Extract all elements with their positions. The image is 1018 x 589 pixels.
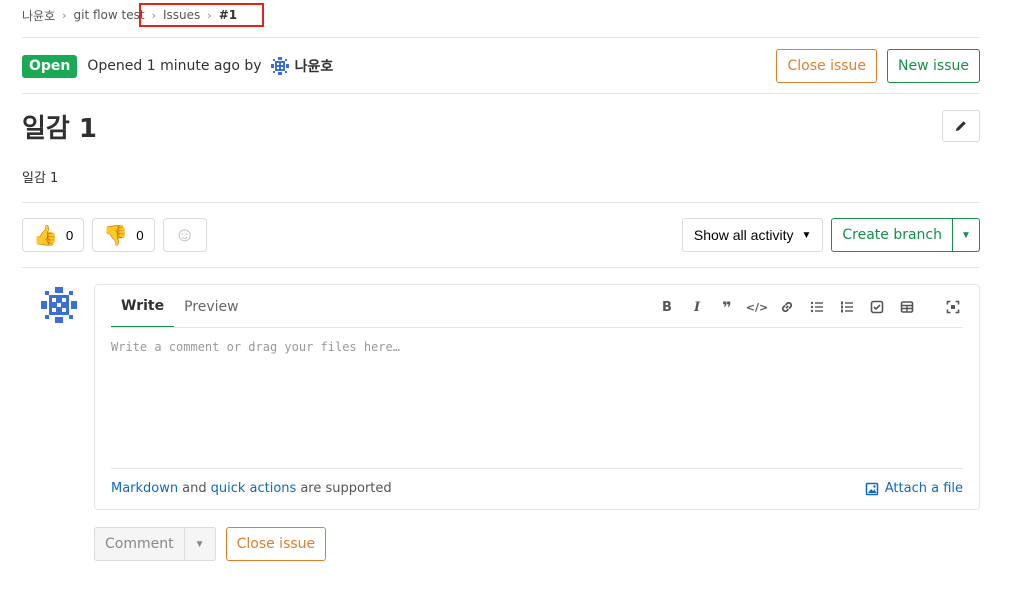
caret-down-icon: ▼ bbox=[194, 538, 205, 550]
caret-down-icon: ▼ bbox=[961, 229, 971, 241]
author-avatar[interactable] bbox=[269, 56, 290, 76]
table-icon[interactable] bbox=[897, 297, 917, 317]
pencil-icon bbox=[956, 121, 966, 131]
thumbs-up-icon: 👍 bbox=[33, 224, 58, 247]
issue-description: 일감 1 bbox=[22, 171, 59, 186]
issue-title: 일감 1 bbox=[22, 114, 97, 144]
numbered-list-icon[interactable] bbox=[837, 297, 857, 317]
image-file-icon bbox=[865, 482, 878, 495]
markdown-toolbar: B I ❞ </> bbox=[657, 297, 963, 317]
issue-header: Open Opened 1 minute ago by 나윤호 Close is… bbox=[22, 49, 980, 83]
comment-split-button: Comment ▼ bbox=[94, 527, 216, 561]
comment-button[interactable]: Comment bbox=[94, 527, 185, 561]
header-actions: Close issue New issue bbox=[776, 49, 980, 83]
smiley-icon: ☺ bbox=[174, 223, 195, 246]
award-count: 0 bbox=[65, 227, 74, 243]
comment-caret-button[interactable]: ▼ bbox=[184, 527, 216, 561]
award-thumbs-up-button[interactable]: 👍 0 bbox=[22, 218, 85, 252]
editor-footer-divider bbox=[111, 468, 963, 469]
author-name[interactable]: 나윤호 bbox=[295, 56, 334, 76]
create-branch-split-button: Create branch ▼ bbox=[831, 218, 980, 252]
table-glyph bbox=[900, 301, 914, 313]
add-reaction-button[interactable]: ☺ bbox=[162, 218, 207, 252]
quick-actions-link[interactable]: quick actions bbox=[211, 481, 297, 496]
chevron-down-icon: ▼ bbox=[801, 229, 812, 241]
editor-tab-divider bbox=[111, 327, 963, 328]
markdown-link[interactable]: Markdown bbox=[111, 481, 178, 496]
create-branch-caret-button[interactable]: ▼ bbox=[953, 218, 980, 252]
comment-textarea[interactable] bbox=[111, 340, 961, 460]
quote-icon[interactable]: ❞ bbox=[717, 297, 737, 317]
comment-actions: Comment ▼ Close issue bbox=[94, 527, 327, 561]
code-icon[interactable]: </> bbox=[746, 297, 768, 317]
status-badge: Open bbox=[22, 54, 78, 78]
fullscreen-icon[interactable] bbox=[943, 297, 963, 317]
numbered-list-glyph bbox=[841, 301, 853, 313]
reaction-row: 👍 0 👎 0 ☺ Show all activity ▼ Create bra… bbox=[22, 218, 980, 252]
task-list-icon[interactable] bbox=[867, 297, 887, 317]
divider bbox=[22, 37, 980, 38]
new-issue-button[interactable]: New issue bbox=[887, 49, 980, 83]
create-branch-button[interactable]: Create branch bbox=[831, 218, 953, 252]
divider bbox=[22, 93, 980, 94]
task-list-glyph bbox=[870, 300, 884, 314]
comment-editor: Write Preview B I ❞ </> Markdown and qui… bbox=[94, 284, 980, 510]
bullet-list-glyph bbox=[810, 301, 823, 313]
breadcrumb-separator: › bbox=[62, 8, 67, 22]
activity-actions: Show all activity ▼ Create branch ▼ bbox=[681, 218, 980, 252]
bullet-list-icon[interactable] bbox=[807, 297, 827, 317]
bottom-close-issue-button[interactable]: Close issue bbox=[225, 527, 327, 561]
attach-file-button[interactable]: Attach a file bbox=[865, 481, 963, 496]
award-count: 0 bbox=[136, 227, 144, 243]
divider bbox=[22, 202, 980, 203]
editor-tabs: Write Preview bbox=[111, 285, 249, 328]
italic-icon[interactable]: I bbox=[687, 297, 707, 317]
link-icon-glyph bbox=[781, 301, 793, 313]
bold-icon[interactable]: B bbox=[657, 297, 677, 317]
current-user-avatar[interactable] bbox=[40, 286, 78, 324]
tab-preview[interactable]: Preview bbox=[174, 285, 249, 328]
link-icon[interactable] bbox=[777, 297, 797, 317]
footer-and-text: and bbox=[182, 481, 207, 496]
footer-supported-text: are supported bbox=[300, 481, 392, 496]
attach-file-label: Attach a file bbox=[884, 481, 963, 496]
tab-write[interactable]: Write bbox=[111, 285, 175, 328]
divider bbox=[22, 267, 980, 268]
breadcrumb-project[interactable]: git flow test bbox=[74, 8, 145, 22]
editor-footer: Markdown and quick actions are supported… bbox=[111, 481, 963, 496]
edit-title-button[interactable] bbox=[942, 110, 980, 142]
breadcrumb-highlight-box bbox=[139, 3, 264, 27]
fullscreen-glyph bbox=[946, 300, 960, 314]
thumbs-down-icon: 👎 bbox=[103, 224, 129, 247]
opened-text: Opened 1 minute ago by bbox=[87, 58, 262, 74]
activity-filter-label: Show all activity bbox=[693, 227, 794, 243]
breadcrumb-user[interactable]: 나윤호 bbox=[22, 7, 55, 24]
close-issue-button[interactable]: Close issue bbox=[776, 49, 878, 83]
activity-filter-dropdown[interactable]: Show all activity ▼ bbox=[681, 218, 824, 252]
award-thumbs-down-button[interactable]: 👎 0 bbox=[92, 218, 155, 252]
